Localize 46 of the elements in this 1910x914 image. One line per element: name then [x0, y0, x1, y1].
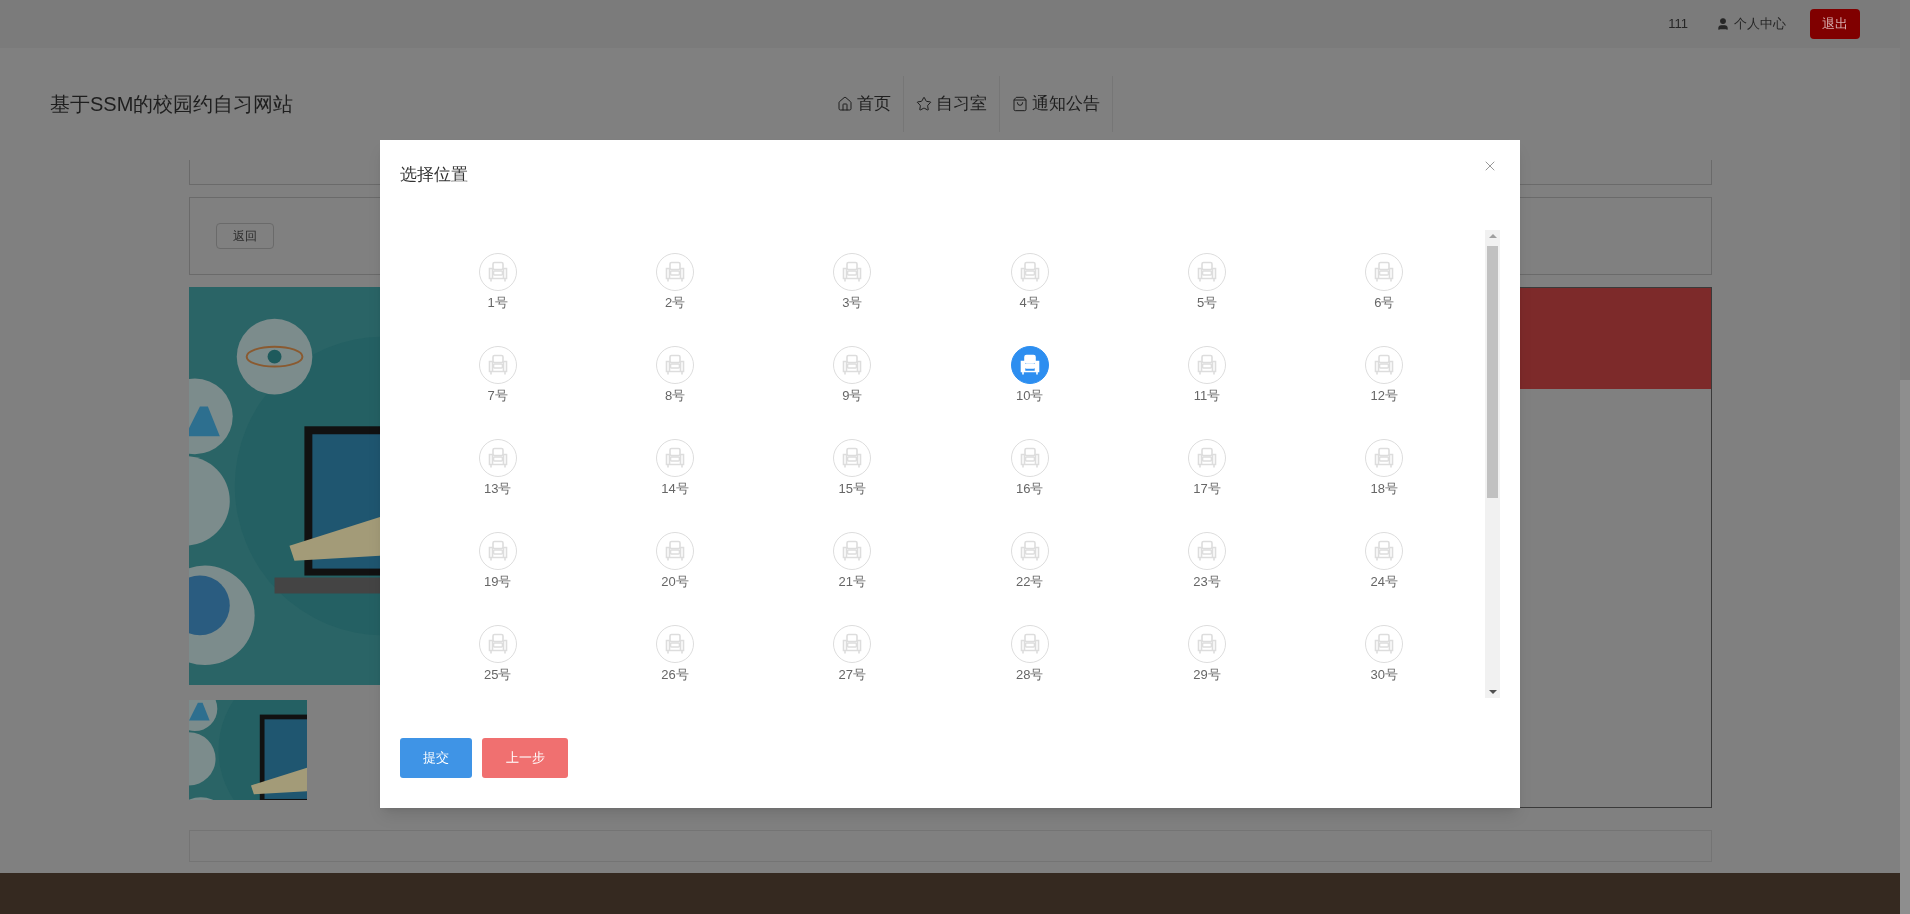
seat-label: 23号	[1193, 572, 1221, 590]
seat-label: 24号	[1370, 572, 1399, 590]
back-button[interactable]: 返回	[216, 223, 274, 249]
profile-link[interactable]: 个人中心	[1716, 14, 1786, 34]
bag-icon	[1012, 96, 1028, 112]
seat-label: 14号	[661, 479, 689, 497]
seat-label: 19号	[483, 572, 512, 590]
seat-label: 25号	[483, 665, 512, 683]
seat-label: 3号	[842, 293, 863, 311]
username: 111	[1668, 15, 1688, 34]
seat-label: 13号	[483, 479, 512, 497]
seat-label: 15号	[838, 479, 867, 497]
dialog-title: 选择位置	[400, 164, 468, 186]
home-icon	[837, 96, 853, 112]
seat-label: 29号	[1193, 665, 1221, 683]
seat-label: 16号	[1015, 479, 1044, 497]
seat-label: 27号	[838, 665, 867, 683]
seat-label: 10号	[1015, 386, 1044, 404]
seat-label: 2号	[664, 293, 686, 311]
seat-label: 21号	[838, 572, 867, 590]
seat-label: 28号	[1015, 665, 1044, 683]
seat-label: 7号	[487, 386, 508, 404]
nav-link[interactable]: 通知公告	[1000, 76, 1113, 132]
seat-label: 6号	[1374, 293, 1395, 311]
star-icon	[916, 96, 932, 112]
seat-label: 26号	[661, 665, 689, 683]
seat-label: 9号	[842, 386, 863, 404]
seat-label: 22号	[1015, 572, 1044, 590]
previous-step-button[interactable]: 上一步	[482, 737, 568, 778]
nav-link[interactable]: 自习室	[904, 76, 1000, 132]
seat-label: 18号	[1370, 479, 1399, 497]
logout-button[interactable]: 退出	[1810, 9, 1860, 39]
seat-label: 8号	[664, 386, 686, 404]
seat-label: 30号	[1370, 665, 1399, 683]
seat-label: 11号	[1193, 386, 1221, 404]
seat-label: 17号	[1193, 479, 1221, 497]
seat-label: 20号	[661, 572, 689, 590]
seat-label: 4号	[1019, 293, 1040, 311]
seat-label: 1号	[487, 293, 508, 311]
user-icon	[1716, 17, 1730, 31]
armchair-icon[interactable]	[1010, 345, 1049, 384]
nav-link[interactable]: 首页	[825, 76, 904, 132]
seat-label: 12号	[1370, 386, 1399, 404]
submit-button[interactable]: 提交	[400, 737, 472, 778]
seat-label: 5号	[1196, 293, 1218, 311]
site-title: 基于SSM的校园约自习网站	[50, 92, 295, 117]
